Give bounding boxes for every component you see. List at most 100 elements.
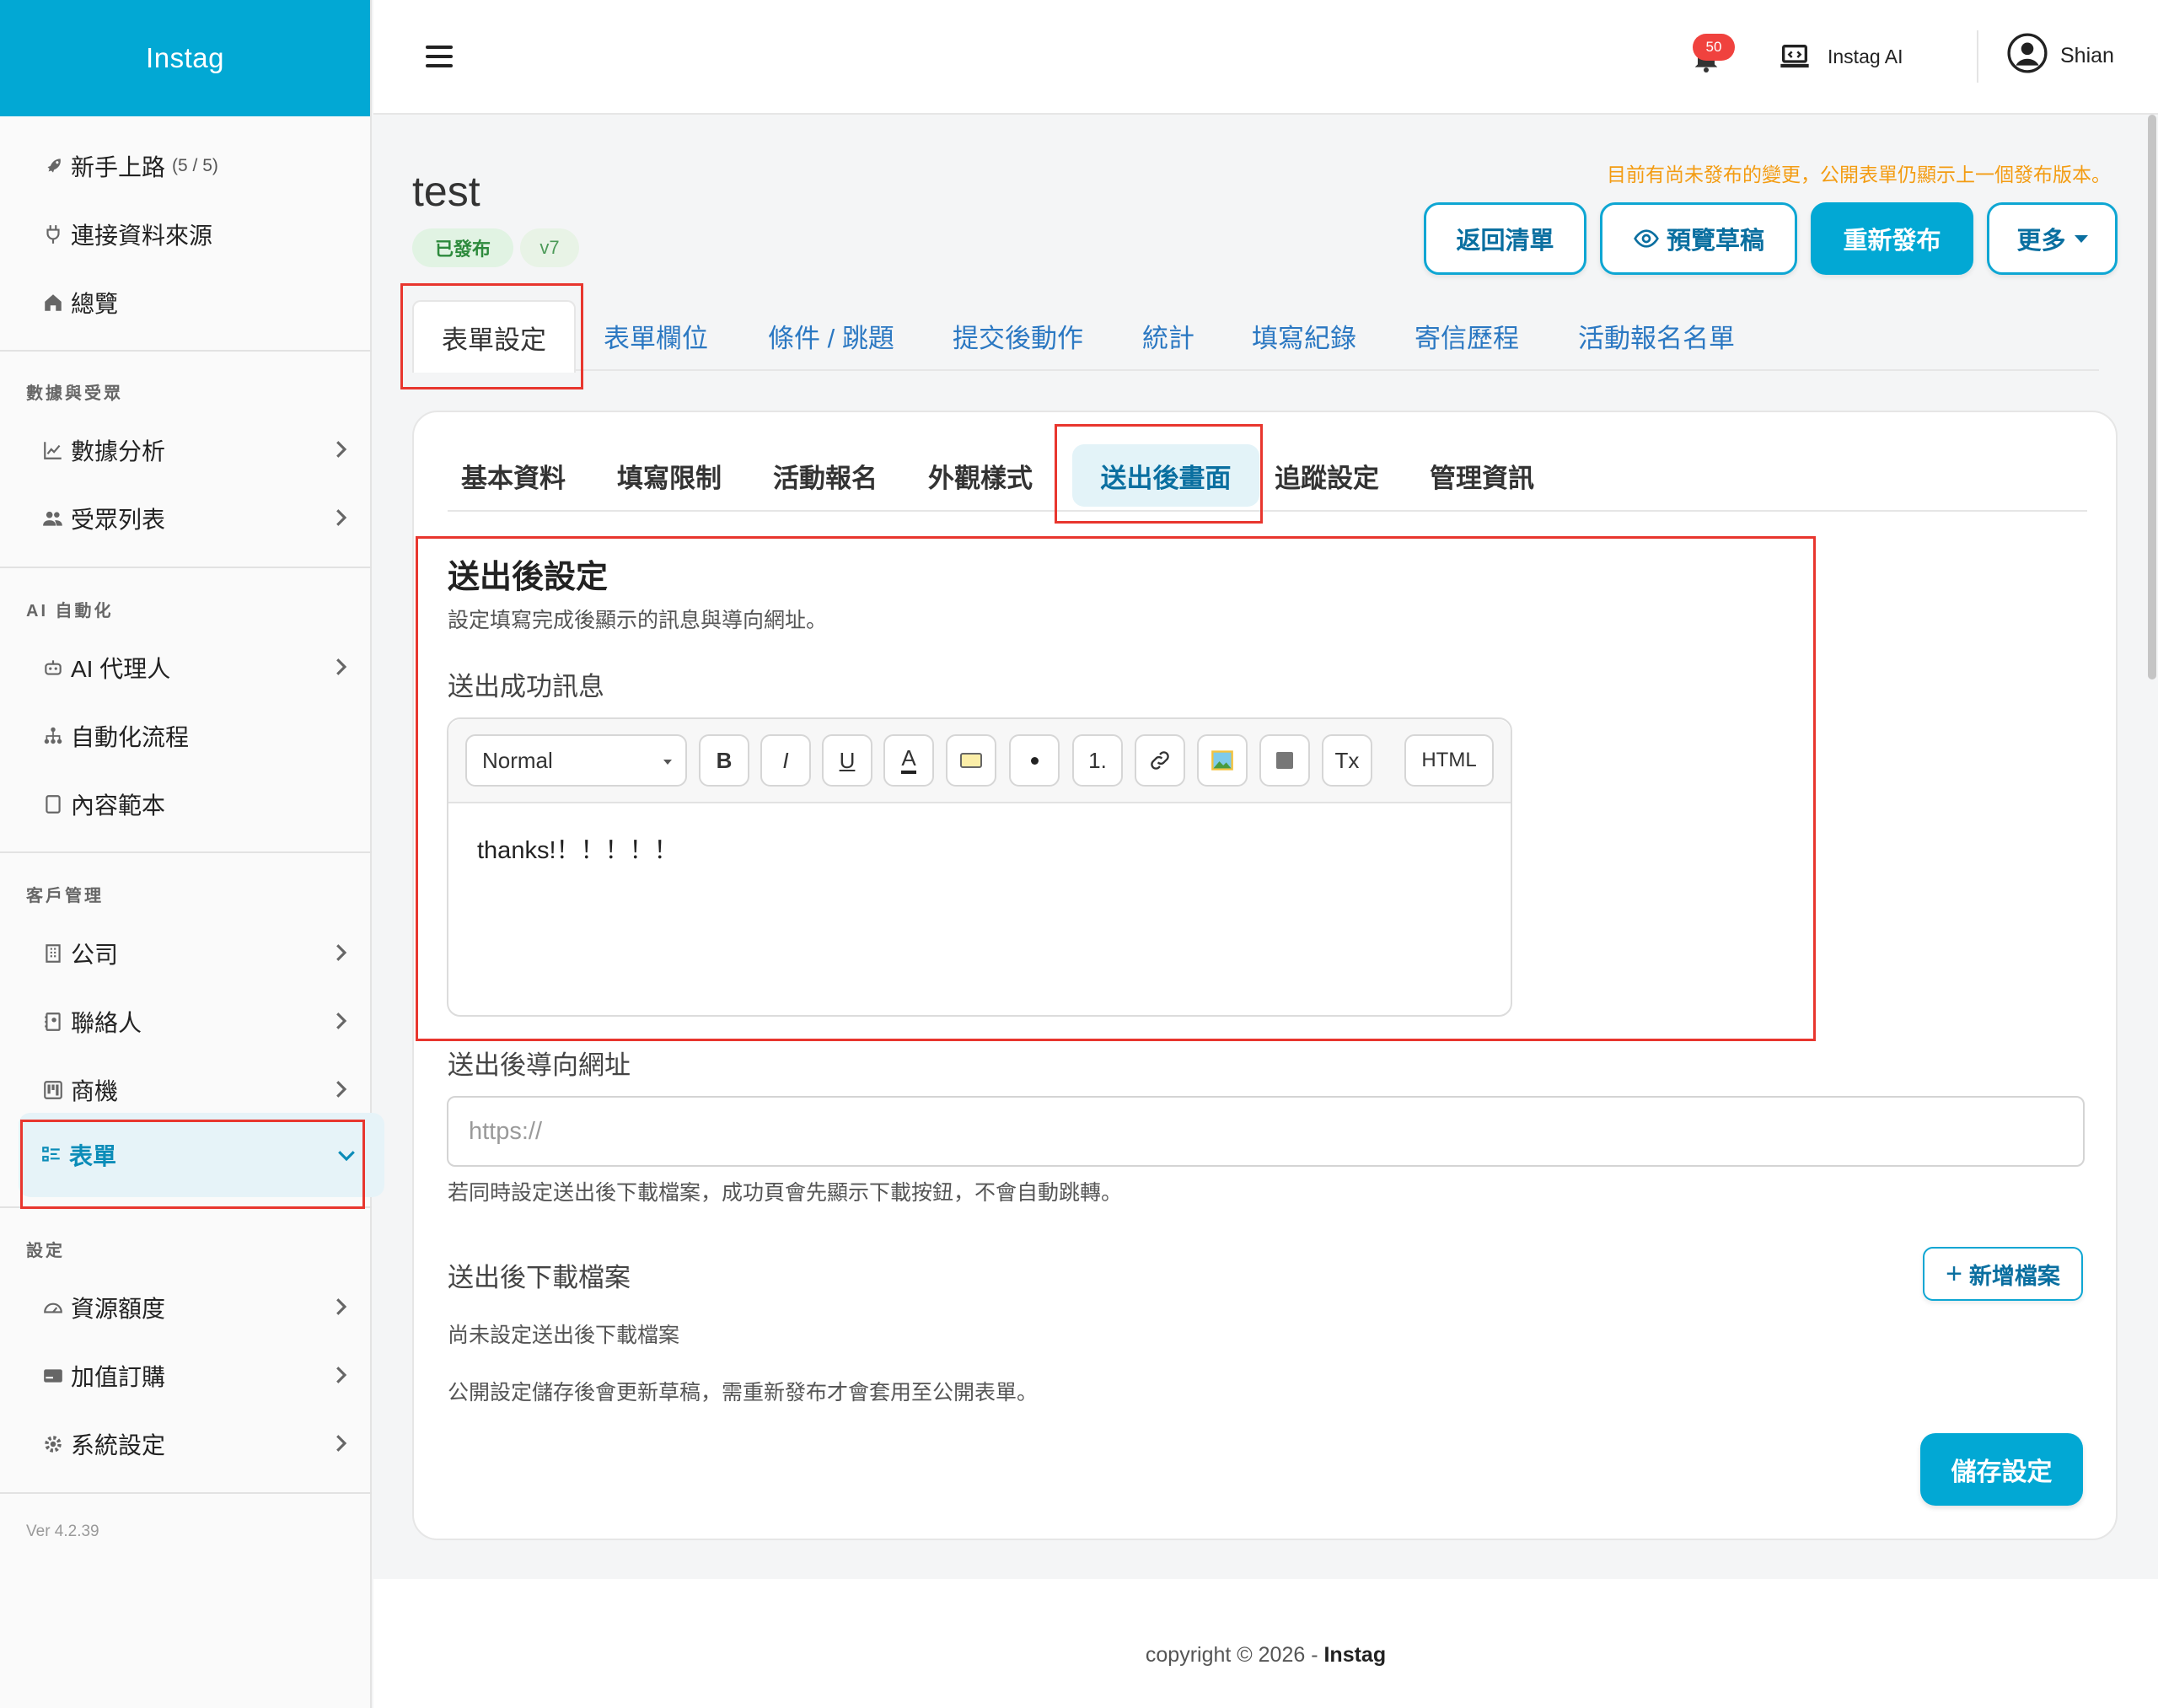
sidebar-item-label: 商機 — [71, 1078, 119, 1104]
sidebar-item-system-settings[interactable]: 系統設定 — [0, 1419, 372, 1469]
users-icon — [40, 506, 66, 531]
brand-logo[interactable]: Instag — [0, 0, 370, 116]
sidebar-item-content-templates[interactable]: 內容範本 — [0, 779, 372, 830]
sidebar-item-add-on-purchase[interactable]: 加值訂購 — [0, 1351, 372, 1401]
republish-button-label: 重新發布 — [1843, 228, 1941, 255]
sidebar-item-audience-list[interactable]: 受眾列表 — [0, 493, 372, 544]
sidebar-item-contacts[interactable]: 聯絡人 — [0, 996, 372, 1047]
format-select-value: Normal — [482, 747, 553, 773]
sidebar-item-analytics[interactable]: 數據分析 — [0, 425, 372, 475]
tab-conditions[interactable]: 條件 / 跳題 — [768, 300, 894, 371]
download-file-label: 送出後下載檔案 — [448, 1263, 631, 1292]
highlight-icon — [960, 753, 982, 768]
more-dropdown-button[interactable]: 更多 — [1987, 202, 2118, 275]
tab-after-submit-actions[interactable]: 提交後動作 — [953, 300, 1083, 371]
subtab-event-registration[interactable]: 活動報名 — [773, 444, 878, 507]
subtab-tracking[interactable]: 追蹤設定 — [1275, 444, 1379, 507]
publish-note: 公開設定儲存後會更新草稿，需重新發布才會套用至公開表單。 — [448, 1381, 1039, 1405]
page-title: test — [412, 168, 480, 215]
sidebar-item-ai-agent[interactable]: AI 代理人 — [0, 642, 372, 693]
sidebar-item-forms[interactable]: 表單 — [19, 1113, 384, 1197]
plug-icon — [40, 222, 66, 247]
rocket-icon — [40, 153, 66, 179]
tab-form-settings[interactable]: 表單設定 — [412, 300, 576, 373]
copyright-prefix: copyright © 2026 - — [1145, 1643, 1324, 1667]
redirect-url-input[interactable] — [447, 1096, 2085, 1167]
highlight-color-button[interactable] — [946, 734, 996, 787]
html-button-label: HTML — [1421, 749, 1477, 771]
bullet-list-button[interactable] — [1009, 734, 1060, 787]
sidebar-item-label: 新手上路 — [71, 154, 166, 180]
subtab-admin-info[interactable]: 管理資訊 — [1430, 444, 1534, 507]
subtab-after-submit-page[interactable]: 送出後畫面 — [1072, 444, 1259, 507]
image-button[interactable] — [1197, 734, 1248, 787]
sidebar-item-label: 公司 — [71, 942, 119, 968]
subtab-basic-info[interactable]: 基本資料 — [461, 444, 566, 507]
unpublished-changes-note: 目前有尚未發布的變更，公開表單仍顯示上一個發布版本。 — [1607, 164, 2111, 185]
tab-event-registrations[interactable]: 活動報名名單 — [1578, 300, 1735, 371]
ordered-list-button[interactable]: 1. — [1072, 734, 1123, 787]
back-to-list-button[interactable]: 返回清單 — [1424, 202, 1586, 275]
ai-link[interactable]: Instag AI — [1828, 46, 1903, 68]
redirect-help-text: 若同時設定送出後下載檔案，成功頁會先顯示下載按鈕，不會自動跳轉。 — [448, 1181, 1123, 1205]
video-button[interactable] — [1259, 734, 1310, 787]
chevron-right-icon — [336, 441, 347, 458]
tab-email-history[interactable]: 寄信歷程 — [1415, 300, 1519, 371]
sidebar-item-automation-flow[interactable]: 自動化流程 — [0, 711, 372, 761]
bold-icon: B — [716, 747, 733, 773]
bold-button[interactable]: B — [699, 734, 749, 787]
sidebar-divider — [0, 350, 372, 352]
preview-button-label: 預覽草稿 — [1666, 228, 1764, 255]
notification-badge: 50 — [1693, 34, 1735, 61]
sidebar-item-connect-sources[interactable]: 連接資料來源 — [0, 209, 372, 260]
plus-icon: + — [1946, 1257, 1962, 1290]
tab-submissions[interactable]: 填寫紀錄 — [1252, 300, 1356, 371]
sidebar-item-label: 表單 — [69, 1143, 117, 1169]
sidebar-item-label: 聯絡人 — [71, 1010, 142, 1036]
link-button[interactable] — [1135, 734, 1185, 787]
editor-content[interactable]: thanks!！！！！！ — [477, 830, 679, 866]
building-icon — [40, 941, 66, 966]
ai-laptop-icon[interactable] — [1777, 40, 1812, 74]
text-color-icon: A — [901, 747, 916, 774]
page-scrollbar[interactable] — [2148, 115, 2156, 679]
tab-statistics[interactable]: 統計 — [1142, 300, 1194, 371]
subtab-appearance[interactable]: 外觀樣式 — [928, 444, 1033, 507]
subtab-fill-limits[interactable]: 填寫限制 — [617, 444, 722, 507]
status-badge: 已發布 — [412, 228, 513, 267]
user-avatar-icon[interactable] — [2006, 32, 2048, 74]
sidebar-item-resource-quota[interactable]: 資源額度 — [0, 1282, 372, 1333]
sidebar-section-title: 數據與受眾 — [26, 384, 123, 403]
save-settings-button[interactable]: 儲存設定 — [1920, 1433, 2083, 1506]
add-file-button-label: 新增檔案 — [1968, 1263, 2060, 1289]
sidebar-item-getting-started[interactable]: 新手上路 (5 / 5) — [0, 141, 372, 191]
add-file-button[interactable]: + 新增檔案 — [1923, 1247, 2083, 1301]
sidebar-item-label: 系統設定 — [71, 1432, 166, 1458]
sidebar-section-title: AI 自動化 — [26, 602, 114, 620]
sidebar-item-companies[interactable]: 公司 — [0, 928, 372, 979]
tab-form-fields[interactable]: 表單欄位 — [604, 300, 708, 371]
sidebar-item-label: 自動化流程 — [71, 724, 190, 750]
hamburger-menu-icon[interactable] — [426, 46, 453, 71]
underline-button[interactable]: U — [822, 734, 872, 787]
italic-button[interactable]: I — [760, 734, 811, 787]
video-icon — [1276, 752, 1293, 769]
html-source-button[interactable]: HTML — [1404, 734, 1494, 787]
chart-icon — [40, 438, 66, 463]
preview-draft-button[interactable]: 預覽草稿 — [1600, 202, 1797, 275]
sidebar-item-opportunities[interactable]: 商機 — [0, 1065, 372, 1115]
kanban-icon — [40, 1077, 66, 1103]
sidebar-item-label: AI 代理人 — [71, 656, 171, 682]
user-name[interactable]: Shian — [2060, 44, 2114, 68]
editor-toolbar: Normal B I U A 1. Tx HTML — [448, 719, 1511, 803]
copyright-text: copyright © 2026 - Instag — [373, 1643, 2158, 1668]
clear-format-icon: Tx — [1334, 747, 1360, 773]
clear-format-button[interactable]: Tx — [1322, 734, 1372, 787]
format-select[interactable]: Normal — [465, 734, 687, 787]
ordered-list-icon: 1. — [1088, 747, 1107, 773]
text-color-button[interactable]: A — [883, 734, 934, 787]
template-icon — [40, 792, 66, 817]
republish-button[interactable]: 重新發布 — [1811, 202, 1973, 275]
form-list-icon — [39, 1142, 64, 1168]
sidebar-item-overview[interactable]: 總覽 — [0, 277, 372, 328]
